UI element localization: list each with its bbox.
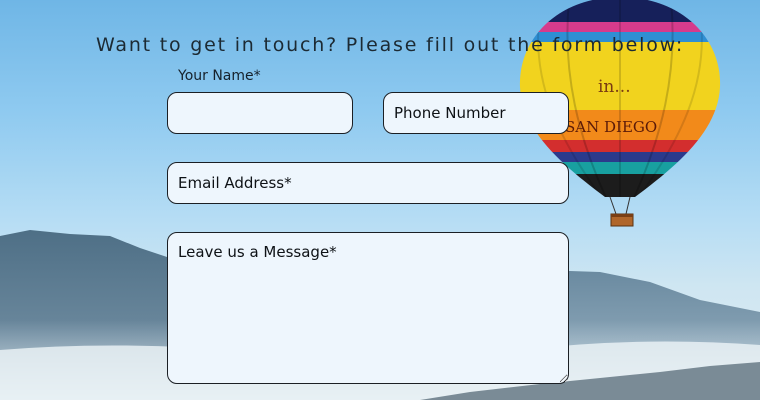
form-heading: Want to get in touch? Please fill out th…: [96, 34, 685, 56]
balloon-text-line2: SAN DIEGO: [565, 118, 657, 136]
phone-input[interactable]: [383, 92, 569, 134]
contact-section: in... SAN DIEGO Want to get in touch? Pl…: [0, 0, 760, 400]
name-input[interactable]: [167, 92, 353, 134]
balloon-text-line1: in...: [598, 77, 631, 97]
email-input[interactable]: [167, 162, 569, 204]
message-textarea[interactable]: [167, 232, 569, 384]
name-label: Your Name*: [178, 68, 261, 84]
